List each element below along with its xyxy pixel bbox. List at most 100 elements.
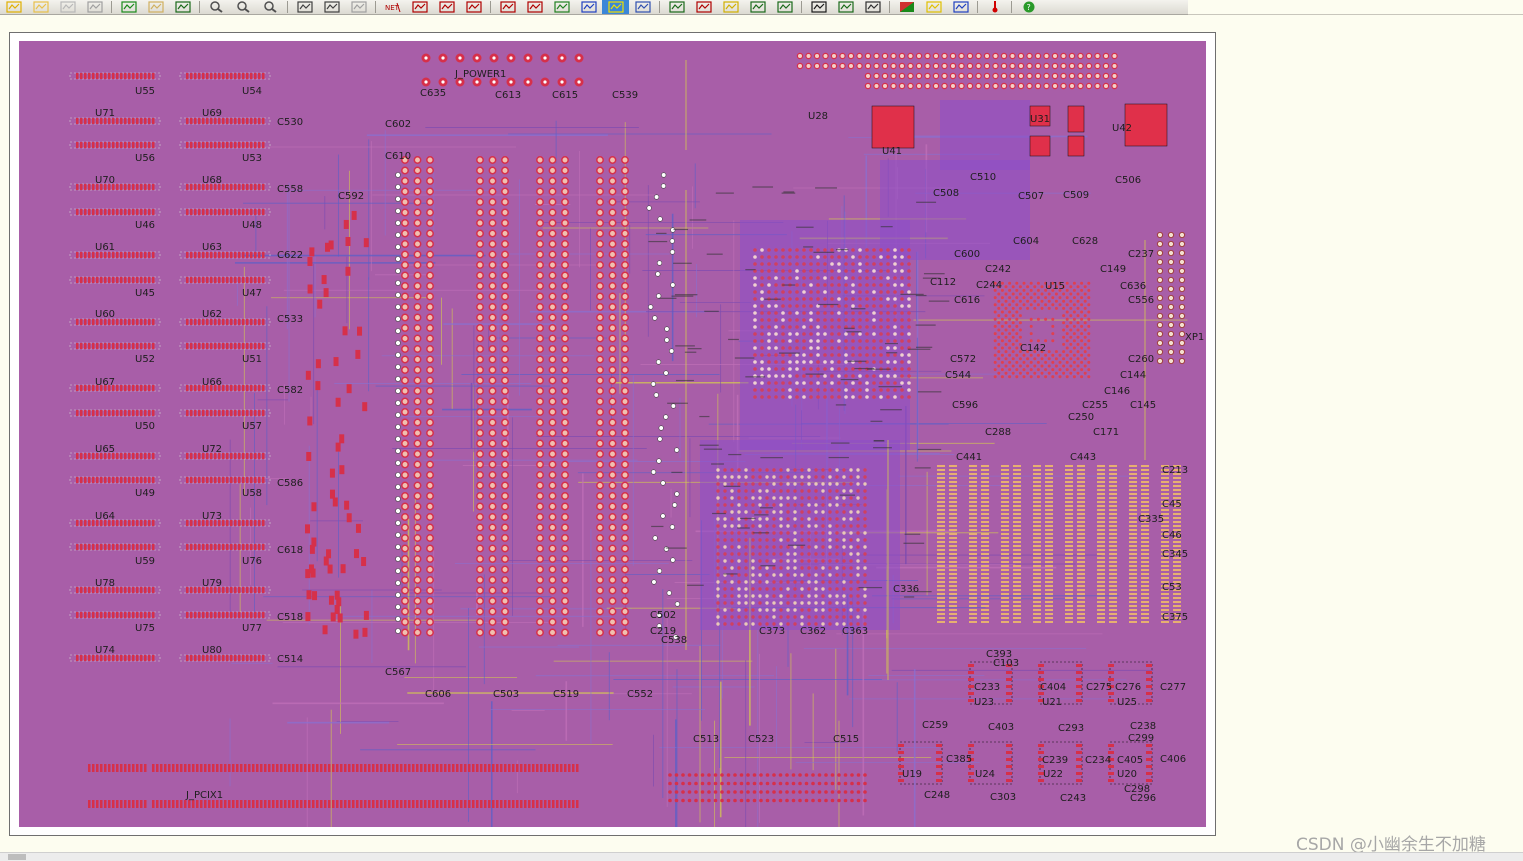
pad: [214, 209, 217, 215]
via-pad: [621, 418, 629, 427]
bga-ball: [858, 346, 862, 350]
via-pad: [413, 492, 422, 500]
fpga-ball: [1076, 328, 1080, 332]
pad: [226, 209, 229, 215]
bga-ball: [907, 297, 911, 301]
trace-button[interactable]: [575, 0, 602, 14]
signal-button[interactable]: [460, 0, 487, 14]
header-pin: [1167, 294, 1175, 302]
bga-ball: [765, 587, 769, 591]
move-button[interactable]: [629, 0, 656, 14]
netlist-button[interactable]: NET: [379, 0, 406, 14]
grid-button[interactable]: [291, 0, 318, 14]
via-pad: [401, 481, 409, 490]
help-button[interactable]: ?: [1015, 0, 1042, 14]
wave-button[interactable]: [433, 0, 460, 14]
memory-pad: [1077, 553, 1085, 555]
star-button[interactable]: [920, 0, 947, 14]
via-pad: [536, 324, 544, 332]
wave-icon: [438, 1, 455, 13]
bga-ball: [816, 346, 820, 350]
via-pad: [488, 303, 497, 311]
open-file-button[interactable]: [27, 0, 54, 14]
zoom-in-button[interactable]: [203, 0, 230, 14]
folder-button[interactable]: [142, 0, 169, 14]
page-button[interactable]: [345, 0, 372, 14]
zoom-out-button[interactable]: [230, 0, 257, 14]
graph-button[interactable]: [771, 0, 798, 14]
pad: [88, 477, 91, 483]
bga-ball: [758, 573, 762, 577]
pcb-artwork[interactable]: U55 U54U71 U69U56 U53U70 U68U46 U48U61 U63U45 U…: [19, 41, 1206, 827]
connector-hole: [492, 56, 496, 60]
chart-button[interactable]: [717, 0, 744, 14]
print-button[interactable]: [81, 0, 108, 14]
layers-button[interactable]: [115, 0, 142, 14]
globe-button[interactable]: [893, 0, 920, 14]
via: [395, 316, 401, 322]
pad: [88, 612, 91, 618]
memory-pad: [949, 493, 957, 495]
pad: [230, 252, 233, 258]
via-pad: [401, 219, 409, 227]
wave-view-button[interactable]: [832, 0, 859, 14]
fpga-ball: [1004, 306, 1008, 310]
fpga-ball: [1069, 357, 1073, 361]
thermometer-button[interactable]: [981, 0, 1008, 14]
pad: [262, 655, 265, 661]
bga-ball: [886, 297, 890, 301]
silk-mark: [787, 544, 806, 546]
drc-button[interactable]: [663, 0, 690, 14]
edge-finger: [180, 764, 183, 772]
component-button[interactable]: [494, 0, 521, 14]
memory-pad: [1001, 585, 1009, 587]
bga-ball: [872, 290, 876, 294]
via-pad: [536, 492, 544, 500]
bga-ball: [767, 395, 771, 399]
eye-button[interactable]: [859, 0, 886, 14]
via-pad: [596, 523, 604, 532]
bga-ball: [793, 531, 797, 535]
bga-ball: [856, 482, 860, 486]
scope-button[interactable]: [805, 0, 832, 14]
pcb-board[interactable]: U55 U54 U71 U69 U56 U53 U70 U68 U46 U48 U61 U63 U45 U…: [19, 41, 1206, 827]
memory-pad: [1097, 621, 1105, 623]
pin-button[interactable]: [548, 0, 575, 14]
header-pin: [1111, 52, 1118, 60]
pad: [238, 655, 241, 661]
bga-ball: [879, 290, 883, 294]
footprint-button[interactable]: [521, 0, 548, 14]
via-pad: [501, 282, 509, 290]
refdes-label: C53: [1162, 582, 1182, 593]
ic-pad: [1108, 664, 1114, 667]
via-pad: [596, 586, 604, 595]
signal-flag-button[interactable]: [947, 0, 974, 14]
zoom-fit-button[interactable]: [257, 0, 284, 14]
bom-button[interactable]: [690, 0, 717, 14]
pad: [96, 73, 99, 79]
header-pin: [713, 773, 718, 777]
memory-pad: [969, 485, 977, 487]
smd-pad: [327, 564, 333, 574]
new-file-button[interactable]: [0, 0, 27, 14]
fpga-ball: [1076, 350, 1080, 354]
signal-icon: [465, 1, 482, 13]
route-button[interactable]: [406, 0, 433, 14]
header-pin: [958, 82, 965, 90]
memory-pad: [1065, 549, 1073, 551]
smd-pad: [339, 434, 345, 444]
scrollbar-thumb[interactable]: [8, 854, 26, 860]
save-file-button[interactable]: [54, 0, 81, 14]
pad: [88, 587, 91, 593]
memory-pad: [1065, 593, 1073, 595]
fpga-ball: [1065, 332, 1069, 336]
smd-pad: [334, 590, 340, 600]
select-button[interactable]: [318, 0, 345, 14]
via-pad: [488, 439, 497, 448]
pad: [144, 73, 147, 79]
pad: [238, 453, 241, 459]
table-button[interactable]: [744, 0, 771, 14]
ratsnest-button[interactable]: [169, 0, 196, 14]
highlight-button[interactable]: [602, 0, 629, 14]
via-pad: [488, 208, 497, 217]
